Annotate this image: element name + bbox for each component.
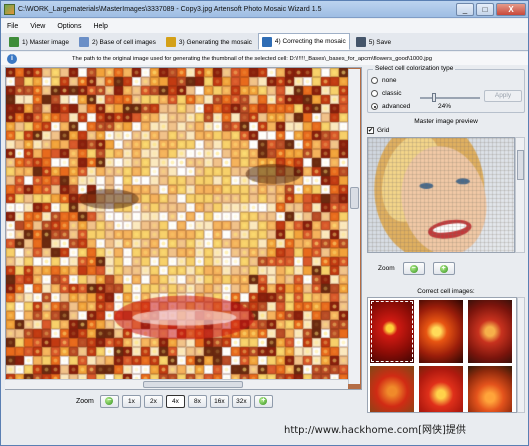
preview-zoom-in-button[interactable]: + <box>432 262 455 275</box>
zoom-label: Zoom <box>76 397 94 405</box>
menu-options[interactable]: Options <box>51 23 87 30</box>
info-text: The path to the original image used for … <box>72 55 432 62</box>
floppy-disk-icon <box>355 37 366 47</box>
minimize-button[interactable]: _ <box>456 2 474 16</box>
zoom-32x-button[interactable]: 32x <box>231 394 251 408</box>
cell-thumbnail[interactable] <box>370 366 414 412</box>
wizard-tabs: 1) Master image 2) Base of cell images 3… <box>1 33 528 51</box>
images-icon <box>78 37 89 47</box>
tab-master-image[interactable]: 1) Master image <box>5 34 73 50</box>
slider-thumb[interactable] <box>432 93 437 102</box>
app-icon <box>4 3 15 15</box>
radio-label: advanced <box>382 103 411 110</box>
preview-scrollbar[interactable] <box>515 137 525 253</box>
scroll-thumb[interactable] <box>517 150 524 180</box>
radio-advanced[interactable]: advanced <box>371 103 410 110</box>
radio-label: none <box>382 77 397 84</box>
maximize-button[interactable]: □ <box>476 2 494 16</box>
cell-thumbnail[interactable] <box>370 300 414 363</box>
tab-save[interactable]: 5) Save <box>352 34 395 50</box>
cell-thumbnail[interactable] <box>468 300 512 363</box>
close-button[interactable]: X <box>496 2 526 16</box>
radio-circle <box>371 90 378 97</box>
mosaic-image[interactable] <box>6 68 349 380</box>
mosaic-canvas[interactable] <box>5 67 362 390</box>
grid-label: Grid <box>377 127 390 134</box>
master-image-icon <box>9 37 19 47</box>
tab-label: 4) Correcting the mosaic <box>274 38 346 45</box>
preview-zoom: Zoom − + <box>378 262 463 275</box>
zoom-out-icon: − <box>409 264 418 273</box>
zoom-2x-button[interactable]: 2x <box>143 394 163 408</box>
zoom-4x-button[interactable]: 4x <box>165 394 185 408</box>
cube-icon <box>261 36 272 47</box>
checkbox-box: ✔ <box>367 127 374 134</box>
correct-cells-list <box>367 297 517 413</box>
watermark: http://www.hackhome.com[网侠]提供 <box>284 425 466 436</box>
cell-thumbnail[interactable] <box>419 300 463 363</box>
tab-label: 2) Base of cell images <box>91 38 156 46</box>
cell-thumbnail[interactable] <box>468 366 512 412</box>
colorization-slider[interactable] <box>420 97 480 99</box>
apply-button[interactable]: Apply <box>484 90 522 102</box>
radio-circle <box>371 103 378 110</box>
zoom-out-icon: − <box>105 397 114 405</box>
magic-wand-icon <box>165 37 176 47</box>
zoom-in-icon: + <box>439 264 448 273</box>
preview-title: Master image preview <box>414 118 478 125</box>
radio-label: classic <box>382 90 402 97</box>
menu-file[interactable]: File <box>1 23 24 30</box>
tab-label: 1) Master image <box>22 38 69 46</box>
tab-base-of-cell-images[interactable]: 2) Base of cell images <box>75 34 160 50</box>
zoom-out-button[interactable]: − <box>99 394 119 408</box>
scroll-thumb[interactable] <box>143 381 243 388</box>
radio-classic[interactable]: classic <box>371 90 402 97</box>
info-icon: i <box>7 53 17 64</box>
preview-zoom-out-button[interactable]: − <box>402 262 425 275</box>
correct-cells-title: Correct cell images: <box>417 288 475 295</box>
zoom-16x-button[interactable]: 16x <box>209 394 229 408</box>
zoom-in-button[interactable]: + <box>253 394 273 408</box>
mosaic-vertical-scrollbar[interactable] <box>348 69 360 384</box>
info-bar: i The path to the original image used fo… <box>1 52 528 65</box>
zoom-bar: Zoom − 1x 2x 4x 8x 16x 32x + <box>76 394 276 408</box>
tab-correcting-mosaic[interactable]: 4) Correcting the mosaic <box>257 33 350 50</box>
tab-label: 5) Save <box>368 38 392 46</box>
preview-zoom-label: Zoom <box>378 265 395 272</box>
zoom-in-icon: + <box>259 397 268 405</box>
preview-image <box>368 138 514 252</box>
colorization-percent: 24% <box>438 103 452 110</box>
mosaic-horizontal-scrollbar[interactable] <box>5 379 348 389</box>
menu-view[interactable]: View <box>24 23 51 30</box>
master-image-preview[interactable] <box>367 137 515 253</box>
scroll-thumb[interactable] <box>350 187 359 209</box>
menu-help[interactable]: Help <box>87 23 113 30</box>
cell-thumbnail[interactable] <box>419 366 463 412</box>
window-title: C:\WORK_Largematerials\MasterImages\3337… <box>18 5 322 13</box>
colorization-title: Select cell colorization type <box>373 65 456 72</box>
zoom-8x-button[interactable]: 8x <box>187 394 207 408</box>
right-panel: Select cell colorization type none class… <box>366 65 526 413</box>
title-bar[interactable]: C:\WORK_Largematerials\MasterImages\3337… <box>1 1 528 18</box>
grid-checkbox[interactable]: ✔ Grid <box>367 127 389 134</box>
app-window: C:\WORK_Largematerials\MasterImages\3337… <box>0 0 529 446</box>
tab-label: 3) Generating the mosaic <box>178 38 252 46</box>
radio-circle <box>371 77 378 84</box>
cells-scrollbar[interactable] <box>517 297 525 413</box>
menu-bar: File View Options Help <box>1 19 528 33</box>
colorization-group: Select cell colorization type none class… <box>367 65 525 113</box>
zoom-1x-button[interactable]: 1x <box>121 394 141 408</box>
tab-generating-mosaic[interactable]: 3) Generating the mosaic <box>162 34 256 50</box>
radio-none[interactable]: none <box>371 77 396 84</box>
